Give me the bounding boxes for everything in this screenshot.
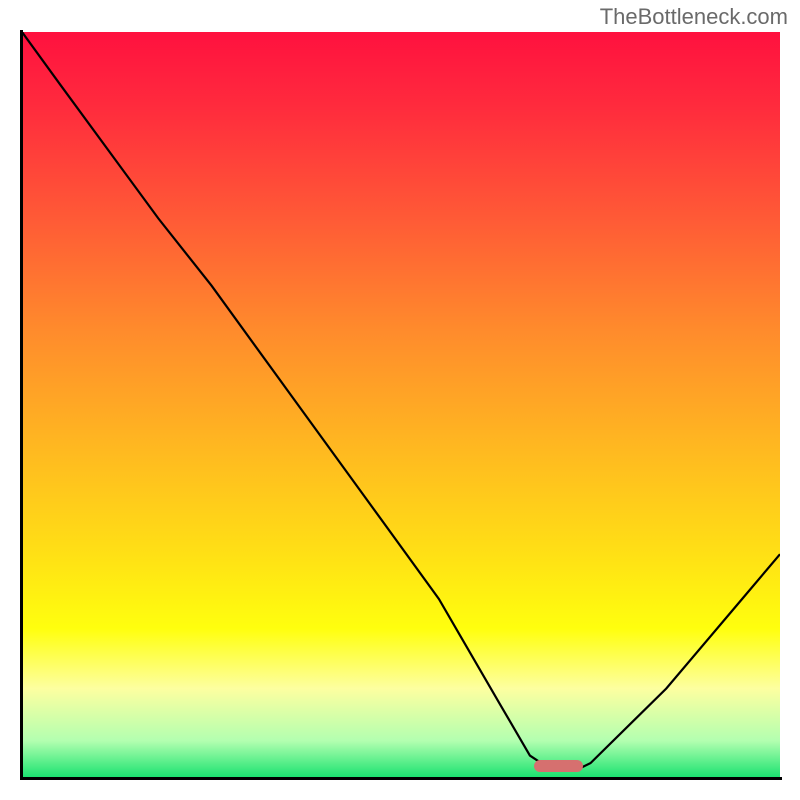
optimal-zone-marker	[534, 760, 583, 772]
chart-plot-area	[22, 32, 780, 778]
x-axis-line	[20, 777, 782, 780]
bottleneck-curve	[22, 32, 780, 771]
watermark-text: TheBottleneck.com	[600, 4, 788, 30]
y-axis-line	[20, 30, 23, 780]
chart-curve-svg	[22, 32, 780, 778]
